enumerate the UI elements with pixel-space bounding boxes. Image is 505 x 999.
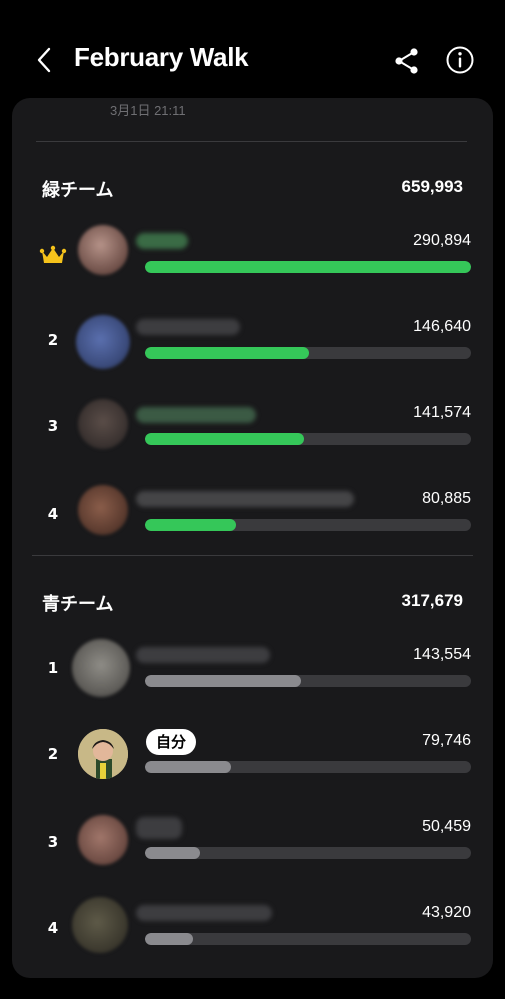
avatar <box>72 639 130 697</box>
avatar <box>78 399 128 449</box>
progress-fill <box>145 261 471 273</box>
step-count: 290,894 <box>413 232 471 249</box>
progress-track <box>145 347 471 359</box>
blurred-name <box>136 491 354 507</box>
rank-number: 4 <box>47 505 59 523</box>
info-icon <box>446 46 474 74</box>
rank-number: 3 <box>47 833 59 851</box>
progress-fill <box>145 519 236 531</box>
progress-fill <box>145 761 232 773</box>
leaderboard-row[interactable]: 2 146,640 <box>12 311 493 397</box>
leaderboard-row[interactable]: 290,894 <box>12 225 493 311</box>
blurred-name <box>136 817 182 839</box>
rank-number: 4 <box>47 919 59 937</box>
divider <box>32 555 473 556</box>
avatar <box>78 225 128 275</box>
leaderboard-row[interactable]: 3 141,574 <box>12 397 493 483</box>
progress-fill <box>145 433 304 445</box>
step-count: 79,746 <box>422 732 471 749</box>
back-button[interactable] <box>28 40 60 80</box>
blurred-name <box>136 319 240 335</box>
last-updated-time: 3月1日 21:11 <box>110 103 186 118</box>
progress-track <box>145 261 471 273</box>
blurred-name <box>136 647 270 663</box>
crown-icon <box>39 245 67 263</box>
step-count: 146,640 <box>413 318 471 335</box>
leaderboard-row[interactable]: 4 43,920 <box>12 897 493 978</box>
leaderboard-row[interactable]: 3 50,459 <box>12 811 493 897</box>
leaderboard-row[interactable]: 1 143,554 <box>12 639 493 725</box>
avatar <box>78 485 128 535</box>
progress-track <box>145 433 471 445</box>
step-count: 141,574 <box>413 404 471 421</box>
step-count: 43,920 <box>422 904 471 921</box>
team-name-green: 緑チーム <box>42 180 114 201</box>
rank-number: 1 <box>47 659 59 677</box>
rank-number: 2 <box>47 745 59 763</box>
progress-fill <box>145 675 301 687</box>
step-count: 80,885 <box>422 490 471 507</box>
progress-track <box>145 519 471 531</box>
chevron-left-icon <box>37 47 51 73</box>
share-icon <box>395 48 418 74</box>
page-title: February Walk <box>74 42 249 72</box>
progress-track <box>145 933 471 945</box>
step-count: 50,459 <box>422 818 471 835</box>
team-total-blue: 317,679 <box>401 591 463 610</box>
blurred-name <box>136 233 188 249</box>
progress-fill <box>145 933 193 945</box>
avatar <box>76 315 130 369</box>
share-button[interactable] <box>390 44 424 78</box>
person-photo-icon <box>78 729 128 779</box>
rank-number: 3 <box>47 417 59 435</box>
team-name-blue: 青チーム <box>42 594 114 615</box>
user-avatar <box>78 729 128 779</box>
progress-track <box>145 847 471 859</box>
app-header: February Walk <box>0 0 505 100</box>
info-button[interactable] <box>442 42 478 78</box>
blurred-name <box>136 905 272 921</box>
team-total-green: 659,993 <box>401 177 463 196</box>
progress-track <box>145 675 471 687</box>
rank-number: 2 <box>47 331 59 349</box>
step-count: 143,554 <box>413 646 471 663</box>
me-badge: 自分 <box>146 729 197 755</box>
progress-fill <box>145 347 310 359</box>
avatar <box>78 815 128 865</box>
avatar <box>72 897 128 953</box>
blurred-name <box>136 407 256 423</box>
leaderboard-row[interactable]: 2 自分 79,746 <box>12 725 493 811</box>
progress-track <box>145 761 471 773</box>
progress-fill <box>145 847 200 859</box>
leaderboard-row[interactable]: 4 80,885 <box>12 483 493 569</box>
divider <box>36 141 467 142</box>
leaderboard-card[interactable]: 3月1日 21:11 緑チーム 659,993 290,894 2 146,64… <box>12 98 493 978</box>
